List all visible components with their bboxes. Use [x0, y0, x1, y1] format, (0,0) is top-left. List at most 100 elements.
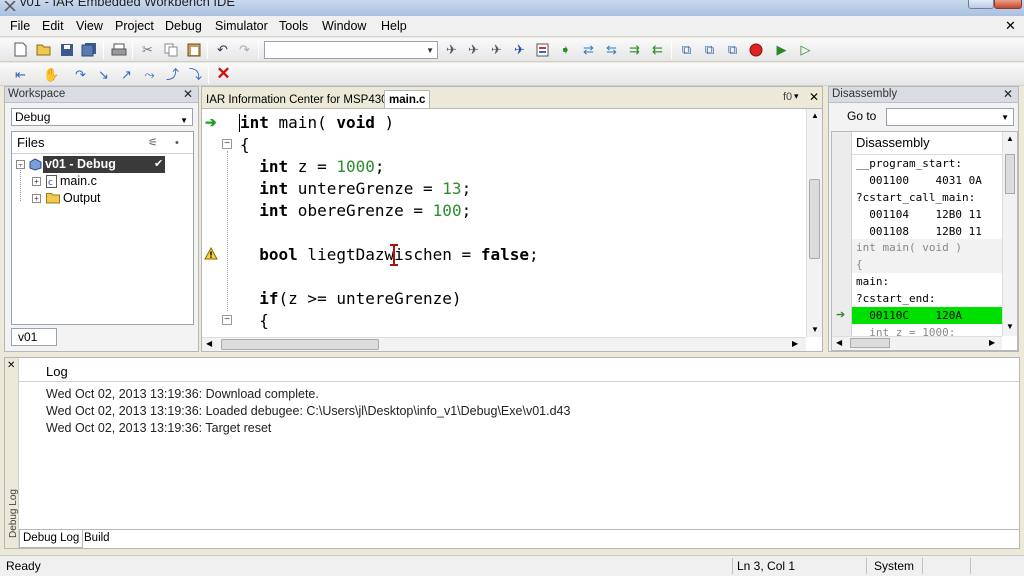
expand-icon[interactable]: +	[32, 177, 41, 186]
reset-icon[interactable]: ⇤	[12, 66, 29, 83]
find-combo[interactable]: ▼	[264, 41, 438, 59]
code-line-9[interactable]: if(z >= untereGrenze)	[240, 289, 461, 309]
stop-debugging-icon[interactable]: ✕	[215, 65, 232, 82]
disassembly-title: Disassembly	[829, 87, 1018, 103]
outdent-icon[interactable]: ⇇	[649, 41, 666, 58]
expand-icon[interactable]: +	[32, 194, 41, 203]
tab-main-c[interactable]: main.c	[384, 90, 431, 108]
step-out-icon[interactable]: ↗	[118, 66, 135, 83]
scroll-right-icon[interactable]: ▶	[792, 339, 798, 348]
goto-input[interactable]: ▼	[886, 108, 1014, 126]
make-icon[interactable]: ⧉	[701, 41, 718, 58]
rebuild-icon[interactable]: ⧉	[724, 41, 741, 58]
indent-icon[interactable]: ⇉	[626, 41, 643, 58]
disassembly-view[interactable]: Disassembly __program_start: 001100 4031…	[831, 131, 1018, 351]
horizontal-scrollbar[interactable]: ◀ ▶	[202, 337, 806, 351]
status-mode: System	[874, 559, 915, 573]
menu-help[interactable]: Help	[381, 19, 407, 33]
scroll-left-icon[interactable]: ◀	[206, 339, 212, 348]
menu-simulator[interactable]: Simulator	[215, 19, 268, 33]
fold-collapse-icon[interactable]: −	[222, 139, 232, 149]
new-file-icon[interactable]	[12, 41, 29, 58]
fold-collapse-icon[interactable]: −	[222, 315, 232, 325]
code-line-1[interactable]: int main( void )	[239, 113, 394, 133]
tree-item-main-c[interactable]: + c main.c	[12, 173, 193, 190]
menu-edit[interactable]: Edit	[42, 19, 64, 33]
menu-debug[interactable]: Debug	[165, 19, 202, 33]
close-icon[interactable]: ✕	[183, 87, 193, 101]
code-line-5[interactable]: int obereGrenze = 100;	[240, 201, 471, 221]
scroll-up-icon[interactable]: ▲	[811, 111, 819, 120]
close-window-button[interactable]	[994, 0, 1022, 9]
menu-tools[interactable]: Tools	[279, 19, 308, 33]
tree-item-output[interactable]: + Output	[12, 190, 193, 207]
tree-item-project[interactable]: − v01 - Debug ✔	[12, 156, 193, 173]
find-prev-icon[interactable]: ✈	[488, 41, 505, 58]
code-line-2[interactable]: {	[240, 135, 250, 155]
scroll-up-icon[interactable]: ▲	[1006, 134, 1014, 143]
editor-window: IAR Information Center for MSP430 main.c…	[201, 86, 823, 352]
print-icon[interactable]	[110, 41, 127, 58]
configuration-select[interactable]: Debug ▼	[11, 108, 193, 126]
scroll-down-icon[interactable]: ▼	[1006, 322, 1014, 331]
save-icon[interactable]	[58, 41, 75, 58]
disassembly-header: Disassembly	[856, 135, 930, 150]
close-icon[interactable]: ✕	[7, 360, 15, 371]
step-into-icon[interactable]: ↘	[95, 66, 112, 83]
next-statement-icon[interactable]: ⤳	[141, 66, 158, 83]
log-entry: Wed Oct 02, 2013 13:19:36: Loaded debuge…	[46, 404, 571, 418]
break-icon[interactable]: ✋	[43, 66, 60, 83]
scroll-right-icon[interactable]: ▶	[989, 338, 995, 347]
horizontal-scrollbar[interactable]: ◀ ▶	[832, 336, 1002, 350]
run-to-cursor-icon[interactable]: ⤴	[164, 66, 181, 83]
code-line-4[interactable]: int untereGrenze = 13;	[240, 179, 471, 199]
find-icon[interactable]: ✈	[443, 41, 460, 58]
close-icon[interactable]: ✕	[1003, 87, 1013, 101]
bookmark-next-icon[interactable]: ⇄	[580, 41, 597, 58]
tab-info-center[interactable]: IAR Information Center for MSP430	[202, 91, 392, 109]
cut-icon[interactable]: ✂	[139, 41, 156, 58]
paste-icon[interactable]	[185, 41, 202, 58]
find-next-icon[interactable]: ✈	[465, 41, 482, 58]
menu-window[interactable]: Window	[322, 19, 366, 33]
vertical-scrollbar[interactable]: ▲ ▼	[1002, 132, 1017, 336]
code-line-10[interactable]: {	[240, 311, 269, 331]
debug-without-download-icon[interactable]: ▷	[797, 41, 814, 58]
copy-icon[interactable]	[162, 41, 179, 58]
menu-file[interactable]: File	[10, 19, 30, 33]
compile-icon[interactable]: ⧉	[678, 41, 695, 58]
tab-debug-log[interactable]: Debug Log	[19, 530, 84, 548]
undo-icon[interactable]: ↶	[214, 41, 231, 58]
bookmark-prev-icon[interactable]: ⇆	[603, 41, 620, 58]
scroll-thumb[interactable]	[1005, 154, 1015, 194]
disasm-source-line: {	[856, 258, 863, 271]
tab-build[interactable]: Build	[81, 530, 113, 548]
workspace-tab[interactable]: v01	[11, 328, 57, 346]
close-icon[interactable]: ✕	[809, 90, 819, 104]
download-debug-icon[interactable]: ▶	[773, 41, 790, 58]
menu-view[interactable]: View	[76, 19, 103, 33]
menu-project[interactable]: Project	[115, 19, 154, 33]
step-over-icon[interactable]: ↷	[72, 66, 89, 83]
mdi-close-icon[interactable]: ✕	[1005, 18, 1016, 34]
bookmark-toggle-icon[interactable]: ➧	[557, 41, 574, 58]
vertical-scrollbar[interactable]: ▲ ▼	[806, 109, 822, 337]
function-navigator[interactable]: f0	[783, 91, 792, 103]
breakpoint-icon[interactable]	[747, 41, 764, 58]
scroll-thumb[interactable]	[809, 179, 820, 259]
template-icon[interactable]	[534, 41, 551, 58]
options-icon[interactable]: ⚟	[148, 132, 158, 154]
scroll-thumb[interactable]	[221, 339, 379, 350]
code-line-3[interactable]: int z = 1000;	[240, 157, 384, 177]
open-icon[interactable]	[35, 41, 52, 58]
scroll-thumb[interactable]	[850, 338, 890, 348]
minimize-button[interactable]	[968, 0, 994, 9]
chevron-down-icon[interactable]: ▾	[794, 91, 799, 102]
save-all-icon[interactable]	[80, 41, 97, 58]
redo-icon[interactable]: ↷	[236, 41, 253, 58]
scroll-left-icon[interactable]: ◀	[836, 338, 842, 347]
scroll-down-icon[interactable]: ▼	[811, 325, 819, 334]
go-to-icon[interactable]: ✈	[511, 41, 528, 58]
go-icon[interactable]: ⤵	[187, 66, 204, 83]
configuration-value: Debug	[15, 110, 51, 124]
